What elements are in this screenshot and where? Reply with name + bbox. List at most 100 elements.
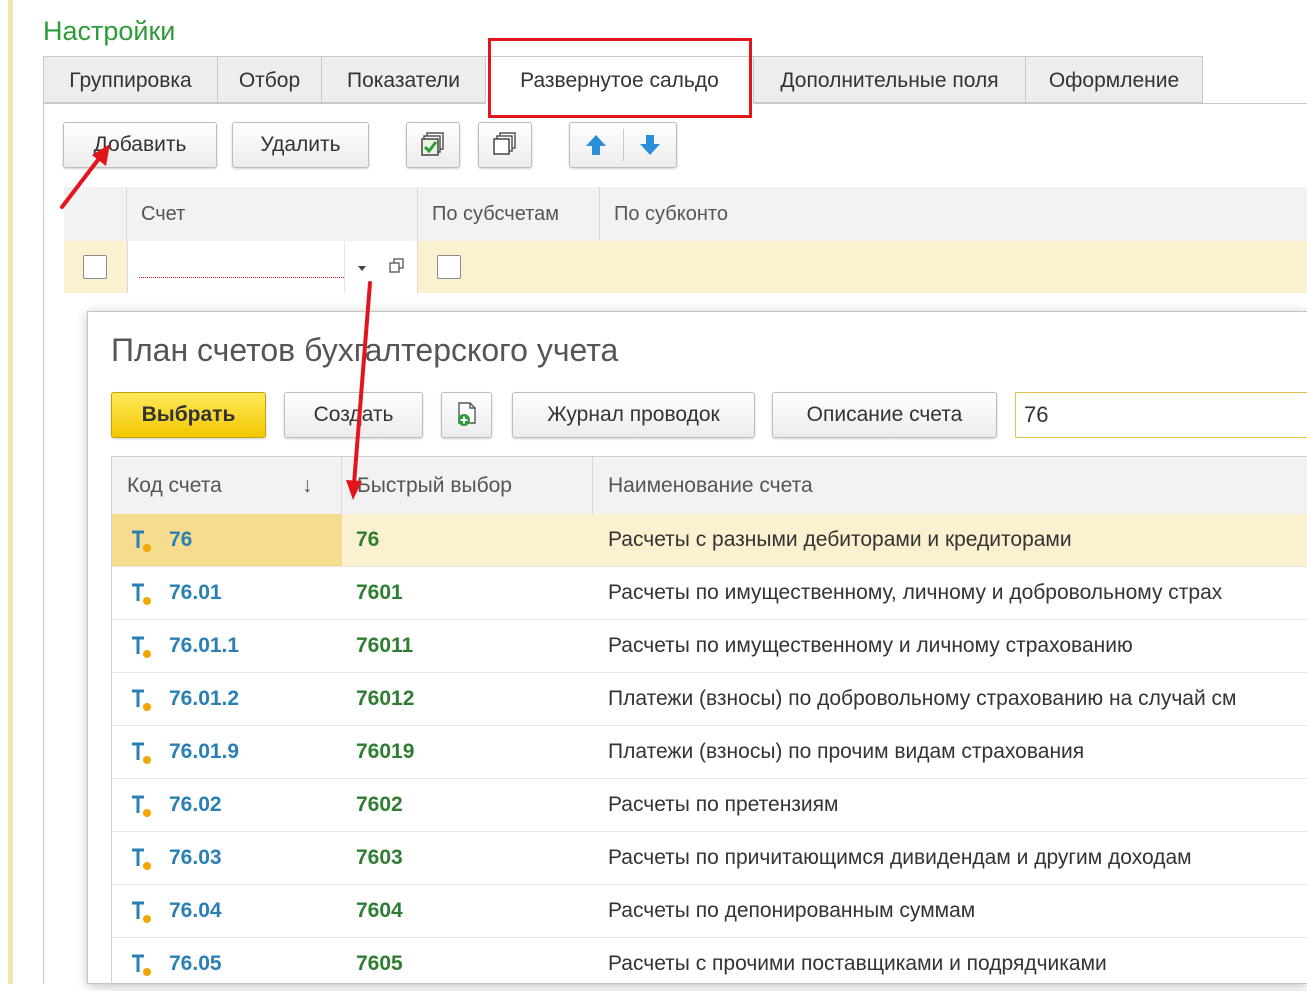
account-type-icon <box>132 795 151 817</box>
accounts-table: Код счета ↓ Быстрый выбор Наименование с… <box>111 456 1307 991</box>
open-button[interactable] <box>378 241 418 293</box>
table-row[interactable]: 76.04 7604 Расчеты по депонированным сум… <box>112 885 1307 938</box>
add-button[interactable]: Добавить <box>63 122 217 168</box>
table-row[interactable]: 76.01 7601 Расчеты по имущественному, ли… <box>112 567 1307 620</box>
required-field-underline <box>139 277 372 278</box>
account-name-cell: Платежи (взносы) по добровольному страхо… <box>608 687 1237 710</box>
add-document-icon <box>457 402 476 426</box>
create-copy-button[interactable] <box>441 392 492 438</box>
account-code-cell: 76.01.2 <box>112 673 342 725</box>
account-type-icon <box>132 530 151 552</box>
table-row[interactable]: 76.01.1 76011 Расчеты по имущественному … <box>112 620 1307 673</box>
account-name-cell: Расчеты с прочими поставщиками и подрядч… <box>608 952 1107 975</box>
table-row[interactable]: 76.03 7603 Расчеты по причитающимся диви… <box>112 832 1307 885</box>
quick-select-cell: 76 <box>356 528 380 551</box>
account-type-icon <box>132 583 151 605</box>
expanded-balance-table: Счет По субсчетам По субконто <box>64 187 1307 293</box>
account-code-cell: 76.01.9 <box>112 726 342 778</box>
open-form-icon <box>389 258 404 273</box>
header-account-name[interactable]: Наименование счета <box>593 457 1307 514</box>
move-buttons-divider <box>623 129 624 161</box>
create-button[interactable]: Создать <box>284 392 423 438</box>
arrow-up-icon <box>586 135 606 155</box>
quick-select-cell: 7603 <box>356 846 403 869</box>
table-row[interactable]: 76.02 7602 Расчеты по претензиям <box>112 779 1307 832</box>
uncheck-all-icon <box>493 132 516 155</box>
header-quick-select[interactable]: Быстрый выбор <box>342 457 593 514</box>
quick-select-cell: 76012 <box>356 687 415 710</box>
account-name-cell: Расчеты по причитающимся дивидендам и др… <box>608 846 1192 869</box>
account-code: 76.05 <box>169 952 222 975</box>
table-row[interactable] <box>64 241 1307 293</box>
account-code: 76.01 <box>169 581 222 604</box>
check-all-button[interactable] <box>406 122 460 168</box>
delete-button[interactable]: Удалить <box>232 122 369 168</box>
dialog-title: План счетов бухгалтерского учета <box>111 332 619 368</box>
header-account[interactable]: Счет <box>127 187 418 241</box>
quick-select-cell: 7605 <box>356 952 403 975</box>
search-input[interactable]: 76 <box>1015 392 1307 438</box>
settings-title: Настройки <box>43 16 176 46</box>
move-buttons-group <box>569 122 677 168</box>
account-input[interactable] <box>127 241 378 293</box>
row-checkbox[interactable] <box>83 255 107 279</box>
accounts-table-header: Код счета ↓ Быстрый выбор Наименование с… <box>112 457 1307 515</box>
tab-extra-fields[interactable]: Дополнительные поля <box>753 56 1026 103</box>
chart-of-accounts-dialog: План счетов бухгалтерского учета Выбрать… <box>87 311 1307 991</box>
quick-select-cell: 7602 <box>356 793 403 816</box>
account-type-icon <box>132 636 151 658</box>
account-name-cell: Расчеты по имущественному, личному и доб… <box>608 581 1223 604</box>
tab-indicators[interactable]: Показатели <box>321 56 486 103</box>
header-account-code[interactable]: Код счета ↓ <box>112 457 342 514</box>
arrow-down-icon <box>640 135 660 155</box>
table-header: Счет По субсчетам По субконто <box>64 187 1307 242</box>
account-type-icon <box>132 742 151 764</box>
sort-down-icon: ↓ <box>302 474 313 497</box>
dropdown-button[interactable] <box>344 241 379 293</box>
account-code-cell: 76.01.1 <box>112 620 342 672</box>
account-code-cell: 76.01 <box>112 567 342 619</box>
quick-select-cell: 7604 <box>356 899 403 922</box>
table-row[interactable]: 76 76 Расчеты с разными дебиторами и кре… <box>112 514 1307 567</box>
table-row[interactable]: 76.01.2 76012 Платежи (взносы) по добров… <box>112 673 1307 726</box>
by-subaccounts-checkbox[interactable] <box>437 255 461 279</box>
account-type-icon <box>132 901 151 923</box>
header-by-subconto[interactable]: По субконто <box>600 187 1307 241</box>
tab-filter[interactable]: Отбор <box>217 56 322 103</box>
move-up-button[interactable] <box>582 123 610 175</box>
account-code-cell: 76.05 <box>112 938 342 990</box>
move-down-button[interactable] <box>636 123 664 175</box>
header-account-code-label: Код счета <box>127 474 222 497</box>
header-by-subaccounts[interactable]: По субсчетам <box>418 187 600 241</box>
left-accent-stripe <box>8 0 13 984</box>
table-row[interactable]: 76.05 7605 Расчеты с прочими поставщикам… <box>112 938 1307 991</box>
uncheck-all-button[interactable] <box>478 122 532 168</box>
table-row[interactable]: 76.01.9 76019 Платежи (взносы) по прочим… <box>112 726 1307 779</box>
quick-select-cell: 76011 <box>356 634 414 657</box>
check-all-icon <box>421 132 444 156</box>
account-code: 76.01.1 <box>169 634 240 657</box>
quick-select-cell: 7601 <box>356 581 403 604</box>
account-name-cell: Расчеты с разными дебиторами и кредитора… <box>608 528 1072 551</box>
quick-select-cell: 76019 <box>356 740 415 763</box>
tab-design[interactable]: Оформление <box>1025 56 1203 103</box>
journal-button[interactable]: Журнал проводок <box>512 392 755 438</box>
account-code-cell: 76 <box>112 514 342 566</box>
header-check-column <box>64 187 127 241</box>
account-code-cell: 76.03 <box>112 832 342 884</box>
account-type-icon <box>132 954 151 976</box>
account-name-cell: Расчеты по претензиям <box>608 793 839 816</box>
account-description-button[interactable]: Описание счета <box>772 392 997 438</box>
select-button[interactable]: Выбрать <box>111 392 266 438</box>
account-code: 76.04 <box>169 899 222 922</box>
account-type-icon <box>132 689 151 711</box>
chevron-down-icon <box>358 266 366 271</box>
account-name-cell: Расчеты по имущественному и личному стра… <box>608 634 1133 657</box>
account-code-cell: 76.04 <box>112 885 342 937</box>
account-type-icon <box>132 848 151 870</box>
tab-grouping[interactable]: Группировка <box>43 56 218 103</box>
account-code: 76.01.2 <box>169 687 240 710</box>
account-name-cell: Платежи (взносы) по прочим видам страхов… <box>608 740 1085 763</box>
account-code: 76.03 <box>169 846 222 869</box>
account-code: 76 <box>169 528 193 551</box>
